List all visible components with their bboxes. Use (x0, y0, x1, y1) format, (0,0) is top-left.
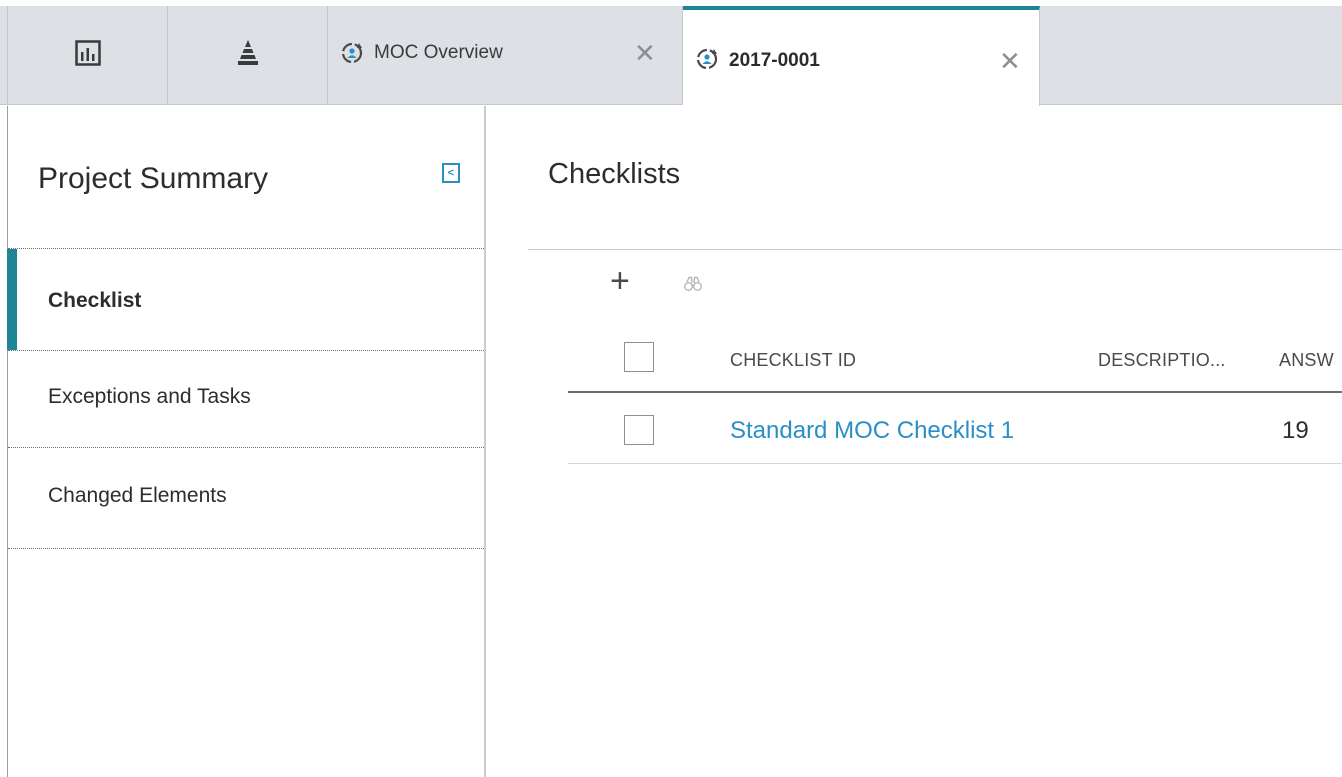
table-row: Standard MOC Checklist 1 19 (568, 393, 1342, 464)
tab-record-label: 2017-0001 (729, 50, 820, 71)
sidebar-header: Project Summary < (8, 106, 484, 248)
page-title: Checklists (548, 158, 681, 190)
sidebar-item-label: Checklist (48, 289, 142, 312)
tab-dashboard[interactable] (7, 6, 168, 105)
active-indicator (7, 249, 17, 350)
tab-pyramid[interactable] (168, 6, 328, 105)
close-icon[interactable]: ✕ (999, 48, 1021, 74)
sidebar-item-label: Exceptions and Tasks (48, 385, 251, 408)
row-checkbox[interactable] (624, 415, 654, 445)
sidebar-item-exceptions-and-tasks[interactable]: Exceptions and Tasks (8, 350, 484, 452)
sidebar: Project Summary < Checklist Exceptions a… (7, 106, 486, 777)
tab-bar: MOC Overview ✕ 2017-0001 ✕ (0, 0, 1342, 106)
tab-record-2017-0001[interactable]: 2017-0001 ✕ (683, 6, 1040, 106)
moc-cycle-icon (341, 42, 363, 63)
collapse-sidebar-button[interactable]: < (442, 163, 460, 183)
checklist-id-link[interactable]: Standard MOC Checklist 1 (730, 417, 1014, 445)
title-divider (528, 249, 1342, 250)
column-header-description[interactable]: DESCRIPTIO... (1098, 350, 1226, 371)
pyramid-icon (237, 39, 258, 65)
binoculars-icon[interactable] (684, 276, 702, 292)
main-panel: Checklists + CHECKLIST ID DESCRIPTIO... … (488, 106, 1342, 777)
sidebar-item-changed-elements[interactable]: Changed Elements (8, 447, 484, 549)
column-header-checklist-id[interactable]: CHECKLIST ID (730, 350, 856, 371)
sidebar-divider (8, 548, 484, 549)
add-button[interactable]: + (610, 264, 630, 298)
tab-moc-overview[interactable]: MOC Overview ✕ (328, 6, 683, 105)
select-all-checkbox[interactable] (624, 342, 654, 372)
grid-header: CHECKLIST ID DESCRIPTIO... ANSW (568, 336, 1342, 393)
sidebar-item-checklist[interactable]: Checklist (7, 248, 484, 350)
dashboard-chart-icon (74, 39, 101, 66)
chevron-left-icon: < (447, 166, 455, 179)
sidebar-item-label: Changed Elements (48, 484, 227, 507)
tab-moc-overview-label: MOC Overview (374, 41, 503, 63)
close-icon[interactable]: ✕ (634, 40, 656, 66)
answered-count: 19 (1282, 417, 1309, 444)
sidebar-title: Project Summary (38, 162, 269, 195)
column-header-answered[interactable]: ANSW (1279, 350, 1334, 371)
moc-cycle-icon (696, 48, 718, 70)
